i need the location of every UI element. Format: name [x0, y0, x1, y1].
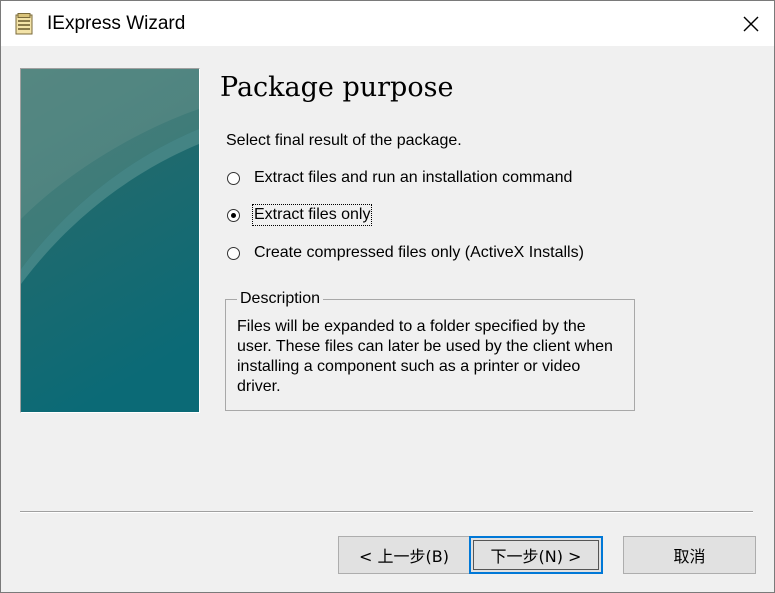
option-extract-only[interactable]: Extract files only: [227, 204, 373, 226]
back-button[interactable]: < 上一步(B): [338, 536, 470, 574]
next-button-label: 下一步(N) >: [490, 547, 582, 566]
option-label[interactable]: Create compressed files only (ActiveX In…: [253, 243, 585, 263]
description-group: Description Files will be expanded to a …: [225, 289, 635, 411]
wizard-window: IExpress Wizard Package purpose Select f…: [0, 0, 775, 593]
option-extract-and-run[interactable]: Extract files and run an installation co…: [227, 167, 573, 189]
description-text: Files will be expanded to a folder speci…: [237, 318, 613, 395]
radio-button[interactable]: [227, 171, 240, 185]
radio-button-selected[interactable]: [227, 208, 240, 222]
installer-package-icon: [15, 13, 33, 35]
close-icon: [743, 16, 759, 31]
footer-separator: [20, 511, 753, 513]
title-bar[interactable]: IExpress Wizard: [1, 1, 774, 46]
page-title: Package purpose: [220, 72, 454, 103]
radio-button[interactable]: [227, 246, 240, 260]
option-label[interactable]: Extract files only: [251, 204, 373, 226]
window-title: IExpress Wizard: [47, 13, 186, 34]
cancel-button[interactable]: 取消: [623, 536, 756, 574]
next-button[interactable]: 下一步(N) >: [469, 536, 603, 574]
wizard-side-image: [20, 68, 200, 413]
page-prompt: Select final result of the package.: [226, 132, 462, 149]
description-legend: Description: [237, 289, 324, 309]
close-button[interactable]: [728, 1, 774, 46]
option-compressed-only[interactable]: Create compressed files only (ActiveX In…: [227, 242, 585, 264]
option-label[interactable]: Extract files and run an installation co…: [253, 168, 573, 188]
